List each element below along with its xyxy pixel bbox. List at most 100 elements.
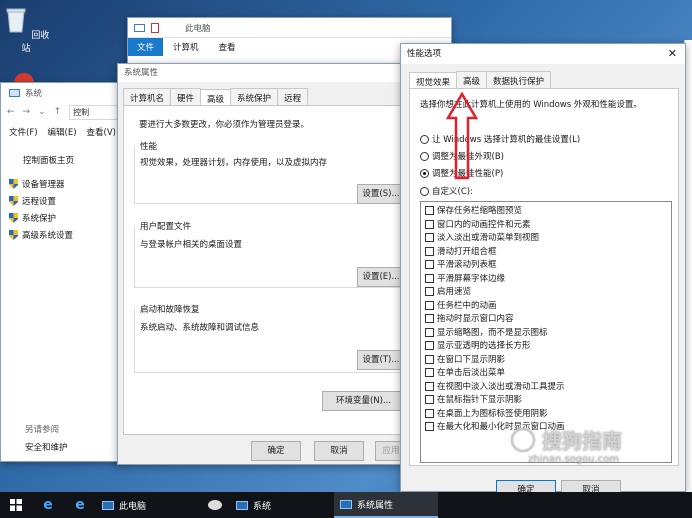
checkbox[interactable] [425,260,434,269]
checkbox-label: 在窗口下显示阴影 [437,354,506,365]
checkbox[interactable] [425,327,434,337]
see-also-heading: 另请参阅 [25,425,60,435]
radio-button-selected [420,169,429,178]
watermark-text: 搜狗指南 [542,429,622,453]
effect-checkbox-row[interactable]: 显示亚透明的选择长方形 [425,340,667,354]
effects-list[interactable]: 保存任务栏缩略图预览窗口内的动画控件和元素 淡入淡出或滑动菜单到视图 滑动打开组合框… [420,201,672,463]
checkbox-label: 滑动打开组合框 [437,246,497,257]
startup-settings-button[interactable]: 设置(T)... [357,350,405,370]
sidebar-item-protection[interactable]: 系统保护 [9,212,56,224]
menu-file[interactable]: 文件(F) [9,126,38,138]
effect-checkbox-row[interactable]: 拖动时显示窗口内容 [425,313,667,327]
sysprops-cancel-button[interactable]: 取消 [314,441,364,461]
menu-view[interactable]: 查看(V) [87,126,116,138]
checkbox[interactable] [425,233,434,242]
checkbox[interactable] [425,354,434,364]
checkbox-label: 显示缩略图，而不是显示图标 [437,327,548,338]
windows-logo-icon [10,499,22,511]
checkbox[interactable] [425,395,434,404]
taskbar-label: 此电脑 [119,501,147,512]
taskbar-label: 系统 [253,501,272,512]
checkbox[interactable] [425,287,434,296]
checkbox[interactable] [425,273,434,283]
checkbox[interactable] [425,341,434,350]
checkbox-label: 在视图中淡入淡出或滑动工具提示 [437,381,565,392]
environment-variables-button[interactable]: 环境变量(N)... [322,391,405,411]
effect-checkbox-row[interactable]: 在视图中淡入淡出或滑动工具提示 [425,381,667,395]
sidebar-item-device-manager[interactable]: 设备管理器 [9,178,65,190]
start-button[interactable] [0,492,32,518]
checkbox[interactable] [425,219,434,229]
taskbar-this-pc[interactable]: 此电脑 [96,492,200,518]
effect-checkbox-row[interactable]: 平滑屏幕字体边缘 [425,273,667,287]
dropdown-icon[interactable]: ⌄ [38,107,46,117]
shield-icon [9,179,18,189]
system-window-icon [9,89,20,97]
profiles-desc: 与登录帐户相关的桌面设置 [140,240,243,250]
effect-checkbox-row[interactable]: 任务栏中的动画 [425,300,667,314]
computer-icon [102,500,114,510]
checkbox-label: 平滑屏幕字体边缘 [437,273,506,284]
checkbox[interactable] [425,246,434,256]
taskbar-system[interactable]: 系统 [230,492,334,518]
effect-checkbox-row[interactable]: 启用速览 [425,286,667,300]
checkbox-label: 显示亚透明的选择长方形 [437,341,531,351]
taskbar-label: 系统属性 [357,500,394,511]
performance-settings-button[interactable]: 设置(S)... [357,184,405,204]
checkbox[interactable] [425,314,434,323]
checkbox[interactable] [425,206,434,215]
taskbar-app-icon[interactable] [200,492,230,518]
checkbox-label: 淡入淡出或滑动菜单到视图 [437,233,540,243]
back-arrow-icon[interactable]: ← [7,107,15,117]
recycle-bin[interactable]: 回收站 [2,6,50,54]
up-arrow-icon[interactable]: ↑ [54,107,62,117]
profiles-settings-button[interactable]: 设置(E)... [357,267,405,287]
sysprops-title: 系统属性 [118,64,411,82]
security-link[interactable]: 安全和维护 [25,441,68,453]
ribbon-tab-computer[interactable]: 计算机 [163,38,209,56]
radio-custom[interactable]: 自定义(C): [420,185,473,197]
forward-arrow-icon[interactable]: → [23,107,31,117]
address-bar[interactable]: 控制 [69,104,124,120]
effect-checkbox-row[interactable]: 滑动打开组合框 [425,246,667,260]
checkbox[interactable] [425,300,434,310]
effect-checkbox-row[interactable]: 保存任务栏缩略图预览 [425,205,667,219]
sysprops-ok-button[interactable]: 确定 [251,441,301,461]
checkbox[interactable] [425,381,434,391]
shield-icon [9,230,18,240]
sidebar-item-advanced[interactable]: 高级系统设置 [9,229,73,241]
sidebar-item-label: 系统保护 [22,214,57,224]
ribbon-tab-file[interactable]: 文件 [128,38,164,56]
effect-checkbox-row[interactable]: 显示缩略图，而不是显示图标 [425,327,667,341]
system-window-title: 系统 [25,89,43,99]
checkbox-label: 在单击后淡出菜单 [437,368,506,378]
performance-desc: 视觉效果，处理器计划，内存使用，以及虚拟内存 [140,158,328,168]
checkbox-label: 保存任务栏缩略图预览 [437,206,523,216]
checkbox-label: 平滑滚动列表框 [437,260,497,270]
taskbar-system-properties[interactable]: 系统属性 [334,492,438,518]
effect-checkbox-row[interactable]: 淡入淡出或滑动菜单到视图 [425,232,667,246]
edge-icon[interactable]: e [32,492,64,518]
effect-checkbox-row[interactable]: 在鼠标指针下显示阴影 [425,394,667,408]
effect-checkbox-row[interactable]: 平滑滚动列表框 [425,259,667,273]
sidebar-item-remote[interactable]: 远程设置 [9,195,56,207]
sidebar-item-label: 高级系统设置 [22,231,74,241]
computer-icon [340,499,352,509]
ie-icon[interactable]: e [64,492,96,518]
perf-title: 性能选项 [407,49,442,59]
close-icon[interactable]: ✕ [668,44,685,64]
ribbon-tab-view[interactable]: 查看 [209,38,246,56]
effect-checkbox-row[interactable]: 窗口内的动画控件和元素 [425,219,667,233]
menu-edit[interactable]: 编辑(E) [48,126,77,138]
paint-icon [208,500,222,510]
effect-checkbox-row[interactable]: 在窗口下显示阴影 [425,354,667,368]
effect-checkbox-row[interactable]: 在单击后淡出菜单 [425,367,667,381]
checkbox[interactable] [425,368,434,377]
effect-checkbox-row[interactable]: 在桌面上为图标标签使用阴影 [425,408,667,422]
computer-icon [236,500,248,510]
control-panel-home-link[interactable]: 控制面板主页 [23,154,74,166]
radio-button [420,187,429,196]
checkbox[interactable] [425,408,434,418]
checkbox[interactable] [425,422,434,431]
explorer-title: 此电脑 [185,23,211,34]
